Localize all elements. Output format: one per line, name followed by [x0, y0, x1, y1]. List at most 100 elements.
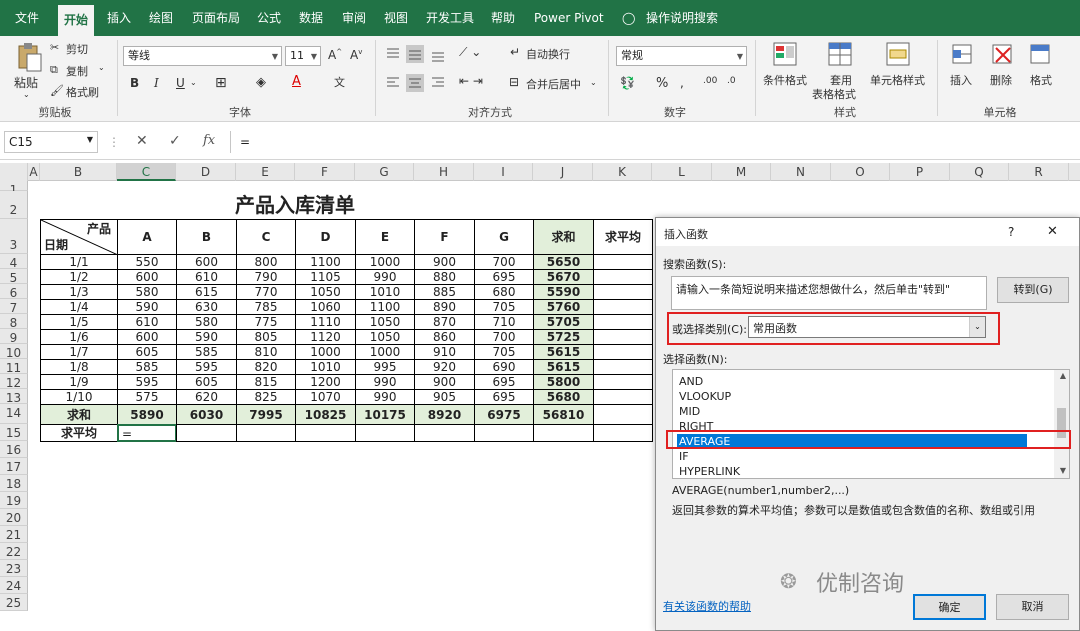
active-cell[interactable]: =	[117, 424, 177, 442]
function-help-link[interactable]: 有关该函数的帮助	[663, 598, 751, 614]
table-cell[interactable]: 1200	[295, 374, 356, 390]
row-header[interactable]: 9	[0, 329, 28, 345]
number-format-select[interactable]: 常规 ▼	[616, 46, 747, 66]
table-cell[interactable]: 905	[414, 389, 475, 405]
row-header[interactable]: 20	[0, 509, 28, 526]
table-cell[interactable]: 1100	[295, 254, 356, 270]
table-cell[interactable]: 5760	[533, 299, 594, 315]
row-header[interactable]: 11	[0, 359, 28, 375]
row-header[interactable]: 10	[0, 344, 28, 360]
table-cell[interactable]: 1/9	[40, 374, 118, 390]
table-cell[interactable]: 590	[117, 299, 177, 315]
confirm-entry-icon[interactable]: ✓	[169, 133, 181, 149]
delete-cells-button[interactable]: 删除	[990, 72, 1012, 88]
table-cell[interactable]: 860	[414, 329, 475, 345]
col-header-f[interactable]: F	[295, 163, 355, 181]
table-cell[interactable]	[474, 424, 534, 442]
chevron-down-icon[interactable]: ⌄	[23, 90, 30, 99]
tab-page-layout[interactable]: 页面布局	[192, 9, 240, 36]
table-cell[interactable]: 995	[355, 359, 415, 375]
formula-input[interactable]: =	[240, 135, 250, 149]
chevron-down-icon[interactable]: ⌄	[190, 78, 197, 87]
table-cell[interactable]	[593, 269, 653, 285]
table-cell[interactable]: 695	[474, 269, 534, 285]
table-cell[interactable]: 605	[117, 344, 177, 360]
table-cell[interactable]	[533, 424, 594, 442]
table-cell[interactable]	[295, 424, 356, 442]
table-cell[interactable]: 705	[474, 299, 534, 315]
table-cell[interactable]: 1070	[295, 389, 356, 405]
table-cell[interactable]: 5705	[533, 314, 594, 330]
col-header-r[interactable]: R	[1009, 163, 1069, 181]
sum-cell[interactable]: 56810	[533, 404, 594, 425]
row-header[interactable]: 18	[0, 475, 28, 492]
table-cell[interactable]: 580	[117, 284, 177, 300]
col-header-p[interactable]: P	[890, 163, 950, 181]
list-item[interactable]: AND	[677, 374, 1027, 389]
list-item[interactable]: IF	[677, 449, 1027, 464]
table-cell[interactable]: 585	[176, 344, 237, 360]
table-cell[interactable]: 880	[414, 269, 475, 285]
col-header-m[interactable]: M	[712, 163, 771, 181]
table-cell[interactable]: 920	[414, 359, 475, 375]
cancel-button[interactable]: 取消	[996, 594, 1069, 620]
table-cell[interactable]: 1/8	[40, 359, 118, 375]
table-cell[interactable]: 1105	[295, 269, 356, 285]
vertical-align-icons[interactable]	[384, 45, 452, 63]
table-cell[interactable]: 1120	[295, 329, 356, 345]
table-cell[interactable]: 5670	[533, 269, 594, 285]
category-select[interactable]: 常用函数 ⌄	[748, 316, 986, 338]
table-cell[interactable]: 575	[117, 389, 177, 405]
table-cell[interactable]: 990	[355, 374, 415, 390]
table-cell[interactable]: 785	[236, 299, 296, 315]
table-cell[interactable]	[593, 329, 653, 345]
tab-data[interactable]: 数据	[299, 9, 323, 36]
table-cell[interactable]: 600	[117, 269, 177, 285]
table-cell[interactable]: 775	[236, 314, 296, 330]
table-cell[interactable]: 1050	[295, 284, 356, 300]
table-header[interactable]: D	[295, 219, 356, 255]
table-header[interactable]: F	[414, 219, 475, 255]
go-button[interactable]: 转到(G)	[997, 277, 1069, 303]
italic-button[interactable]: I	[154, 76, 159, 90]
table-cell[interactable]: 770	[236, 284, 296, 300]
table-header[interactable]: E	[355, 219, 415, 255]
format-cells-button[interactable]: 格式	[1030, 72, 1052, 88]
sum-cell[interactable]: 7995	[236, 404, 296, 425]
col-header-c[interactable]: C	[117, 163, 176, 181]
scroll-down-icon[interactable]: ▼	[1060, 466, 1066, 475]
copy-button[interactable]: 复制	[66, 63, 88, 79]
row-header[interactable]: 25	[0, 594, 28, 611]
table-cell[interactable]: 900	[414, 254, 475, 270]
format-table-button-line2[interactable]: 表格格式	[812, 86, 856, 102]
table-cell[interactable]: 5725	[533, 329, 594, 345]
tab-home[interactable]: 开始	[58, 5, 95, 36]
table-cell[interactable]: 1010	[295, 359, 356, 375]
table-cell[interactable]: 550	[117, 254, 177, 270]
font-name-select[interactable]: 等线 ▼	[123, 46, 282, 66]
row-header[interactable]: 5	[0, 269, 28, 285]
table-header[interactable]: 求平均	[593, 219, 653, 255]
table-cell[interactable]: 810	[236, 344, 296, 360]
table-cell[interactable]: 800	[236, 254, 296, 270]
table-cell[interactable]: 990	[355, 389, 415, 405]
table-cell[interactable]: 605	[176, 374, 237, 390]
table-cell[interactable]	[593, 314, 653, 330]
table-cell[interactable]: 1010	[355, 284, 415, 300]
table-cell[interactable]: 1100	[355, 299, 415, 315]
table-cell[interactable]	[593, 404, 653, 425]
table-cell[interactable]: 680	[474, 284, 534, 300]
tell-me-search[interactable]: 操作说明搜索	[646, 9, 718, 36]
paste-button[interactable]: 粘贴	[14, 74, 38, 91]
increase-font-icon[interactable]: A^	[328, 48, 342, 62]
table-cell[interactable]: 595	[176, 359, 237, 375]
comma-icon[interactable]: ,	[680, 76, 684, 90]
table-cell[interactable]	[236, 424, 296, 442]
ok-button[interactable]: 确定	[913, 594, 986, 620]
row-header[interactable]: 8	[0, 314, 28, 330]
bold-button[interactable]: B	[130, 76, 139, 90]
underline-button[interactable]: U	[176, 76, 185, 90]
row-header[interactable]: 19	[0, 492, 28, 509]
wrap-text-button[interactable]: 自动换行	[526, 46, 570, 62]
table-cell[interactable]: 820	[236, 359, 296, 375]
